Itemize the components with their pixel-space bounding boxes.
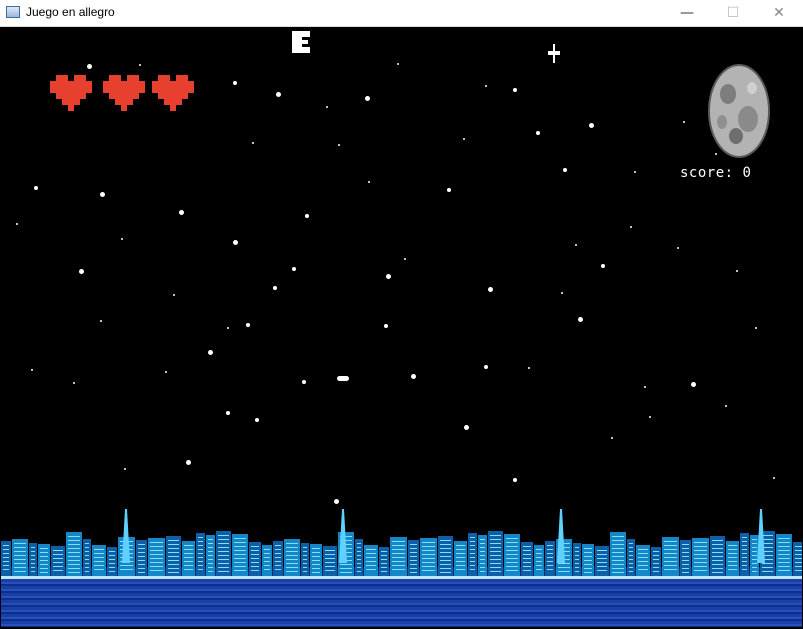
star (121, 238, 123, 240)
heart-icon (50, 75, 92, 111)
star (485, 85, 487, 87)
water (1, 579, 802, 627)
star (463, 138, 465, 140)
game-canvas[interactable]: score: 0 (1, 27, 802, 627)
star (276, 92, 281, 97)
star (561, 292, 563, 294)
star (404, 258, 406, 260)
star (305, 214, 309, 218)
star (736, 270, 738, 272)
star (755, 327, 757, 329)
star (365, 96, 370, 101)
star (226, 411, 230, 415)
star (484, 365, 488, 369)
star (31, 369, 33, 371)
star (255, 418, 259, 422)
star (611, 437, 613, 439)
star (326, 106, 328, 108)
star (634, 171, 636, 173)
star (649, 416, 651, 418)
star (87, 64, 92, 69)
star (578, 317, 583, 322)
enemy-ship-icon (548, 44, 560, 63)
star (100, 320, 102, 322)
maximize-button[interactable]: ☐ (710, 0, 756, 26)
star (575, 244, 577, 246)
star (173, 294, 175, 296)
star (386, 274, 391, 279)
star (186, 460, 191, 465)
star (34, 186, 38, 190)
star (528, 367, 530, 369)
star (139, 64, 141, 66)
window-title: Juego en allegro (26, 5, 115, 19)
star (16, 223, 18, 225)
star (165, 371, 167, 373)
star (644, 386, 646, 388)
star (411, 374, 416, 379)
star (488, 287, 493, 292)
minimize-button[interactable]: — (664, 0, 710, 26)
star (563, 168, 567, 172)
star (447, 188, 451, 192)
title-bar[interactable]: Juego en allegro — ☐ ✕ (0, 0, 803, 27)
star (334, 499, 339, 504)
star (397, 63, 399, 65)
star (513, 88, 517, 92)
app-icon (6, 6, 20, 18)
star (630, 226, 632, 228)
close-button[interactable]: ✕ (756, 0, 802, 26)
star (73, 382, 75, 384)
star (227, 327, 229, 329)
score-display: score: 0 (680, 165, 752, 181)
heart-icon (152, 75, 194, 111)
heart-icon (103, 75, 145, 111)
star (273, 286, 277, 290)
star (368, 181, 370, 183)
star (100, 192, 105, 197)
star (246, 323, 250, 327)
star (677, 247, 679, 249)
star (233, 81, 237, 85)
star (233, 240, 238, 245)
moon-icon (708, 64, 770, 158)
spaceship-icon (292, 31, 310, 53)
star (252, 142, 254, 144)
star (302, 380, 306, 384)
star (601, 264, 605, 268)
star (464, 425, 469, 430)
star (536, 131, 540, 135)
game-window: Juego en allegro — ☐ ✕ score: 0 (0, 0, 803, 629)
star (589, 123, 594, 128)
star (773, 477, 775, 479)
star (683, 121, 685, 123)
projectile (337, 376, 349, 381)
star (292, 267, 296, 271)
star (725, 405, 727, 407)
star (384, 324, 388, 328)
star (338, 144, 340, 146)
star (691, 382, 696, 387)
star (79, 269, 84, 274)
city-skyline (1, 509, 802, 579)
star (124, 468, 126, 470)
star (513, 478, 517, 482)
star (208, 350, 213, 355)
star (179, 210, 184, 215)
